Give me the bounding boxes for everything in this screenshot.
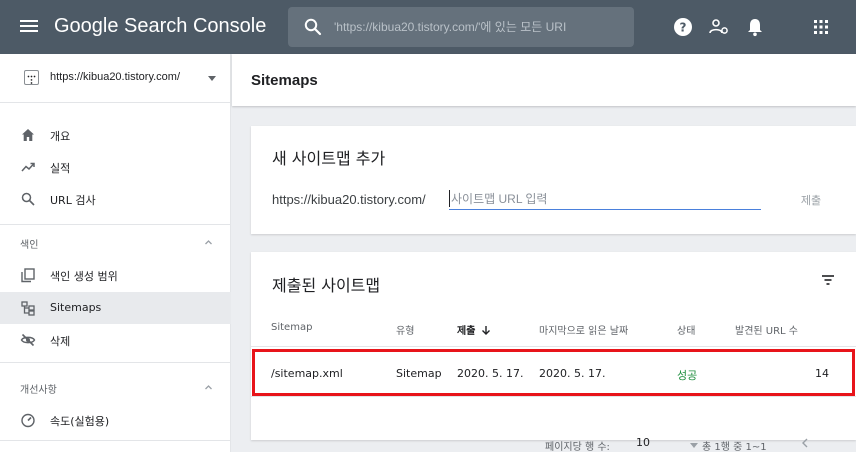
trending-icon (21, 162, 35, 172)
navigation-sidebar: https://kibua20.tistory.com/ 개요 실적 URL 검… (0, 54, 231, 452)
product-title[interactable]: Google Search Console (54, 15, 266, 38)
sidebar-item-coverage[interactable]: 색인 생성 범위 (0, 259, 231, 291)
sidebar-item-label: Sitemaps (50, 301, 102, 314)
notifications-icon[interactable] (744, 16, 766, 38)
help-icon[interactable]: ? (672, 16, 694, 38)
chevron-up-icon (205, 385, 212, 390)
column-header-discovered-urls[interactable]: 발견된 URL 수 (735, 322, 798, 337)
card-title: 새 사이트맵 추가 (272, 149, 386, 168)
apps-icon[interactable] (810, 16, 832, 38)
column-header-type[interactable]: 유형 (396, 322, 414, 337)
section-label: 개선사항 (20, 385, 57, 396)
sidebar-item-label: 삭제 (50, 335, 71, 348)
divider (0, 362, 231, 363)
chevron-down-icon (208, 76, 216, 81)
search-icon (21, 192, 35, 206)
chevron-up-icon (205, 240, 212, 245)
page-header: Sitemaps (232, 54, 856, 106)
chevron-left-icon[interactable] (798, 435, 812, 451)
section-label: 색인 (20, 240, 39, 251)
rows-per-page-label: 페이지당 행 수: (545, 442, 610, 452)
column-header-sitemap[interactable]: Sitemap (271, 322, 312, 333)
svg-text:?: ? (680, 21, 687, 35)
sidebar-item-overview[interactable]: 개요 (0, 119, 231, 151)
section-enhancements[interactable]: 개선사항 (0, 371, 231, 403)
home-icon (22, 129, 34, 141)
submitted-sitemaps-card: 제출된 사이트맵 Sitemap 유형 제출 마지막으로 읽은 날짜 상태 발견… (251, 252, 856, 452)
card-title: 제출된 사이트맵 (272, 276, 381, 295)
chevron-down-icon[interactable] (690, 443, 698, 448)
sidebar-item-performance[interactable]: 실적 (0, 151, 231, 183)
rows-per-page-select[interactable]: 10 (636, 436, 650, 449)
manage-users-icon[interactable] (708, 16, 730, 38)
text-cursor (449, 190, 450, 207)
sitemap-url-input[interactable] (449, 188, 761, 210)
divider (251, 346, 856, 347)
sidebar-item-label: 실적 (50, 162, 71, 175)
sidebar-item-label: 개요 (50, 130, 71, 143)
divider (0, 440, 231, 441)
sitemap-icon (21, 301, 35, 316)
divider (251, 396, 856, 397)
property-icon (24, 70, 39, 85)
filter-icon[interactable] (821, 274, 835, 286)
divider (0, 224, 231, 225)
sitemap-url-prefix: https://kibua20.tistory.com/ (272, 192, 426, 207)
column-header-status[interactable]: 상태 (677, 322, 695, 337)
sidebar-item-label: URL 검사 (50, 194, 96, 207)
page-title: Sitemaps (251, 72, 318, 89)
top-app-bar: Google Search Console ? (0, 0, 856, 54)
arrow-down-icon (482, 326, 491, 335)
column-header-label: 제출 (457, 326, 476, 337)
sidebar-item-label: 속도(실험용) (50, 415, 110, 428)
highlight-box (252, 349, 855, 396)
column-header-submitted[interactable]: 제출 (457, 322, 491, 337)
property-url: https://kibua20.tistory.com/ (50, 71, 181, 83)
sidebar-item-speed[interactable]: 속도(실험용) (0, 404, 231, 436)
pagination-range: 총 1행 중 1~1 (702, 442, 767, 452)
coverage-icon (21, 268, 35, 283)
menu-icon[interactable] (20, 17, 38, 37)
section-index[interactable]: 색인 (0, 226, 231, 258)
sidebar-item-url-inspection[interactable]: URL 검사 (0, 183, 231, 215)
property-selector[interactable]: https://kibua20.tistory.com/ (0, 54, 231, 103)
url-inspection-search[interactable] (288, 7, 634, 47)
speed-icon (21, 413, 35, 428)
sidebar-item-removals[interactable]: 삭제 (0, 324, 231, 356)
removals-icon (20, 333, 36, 347)
sidebar-item-sitemaps[interactable]: Sitemaps (0, 292, 231, 324)
search-icon (304, 18, 322, 36)
add-sitemap-card: 새 사이트맵 추가 https://kibua20.tistory.com/ 제… (251, 126, 856, 234)
search-input[interactable] (334, 18, 624, 36)
sidebar-item-label: 색인 생성 범위 (50, 270, 118, 283)
submit-button[interactable]: 제출 (779, 188, 843, 212)
column-header-last-read[interactable]: 마지막으로 읽은 날짜 (539, 322, 628, 337)
